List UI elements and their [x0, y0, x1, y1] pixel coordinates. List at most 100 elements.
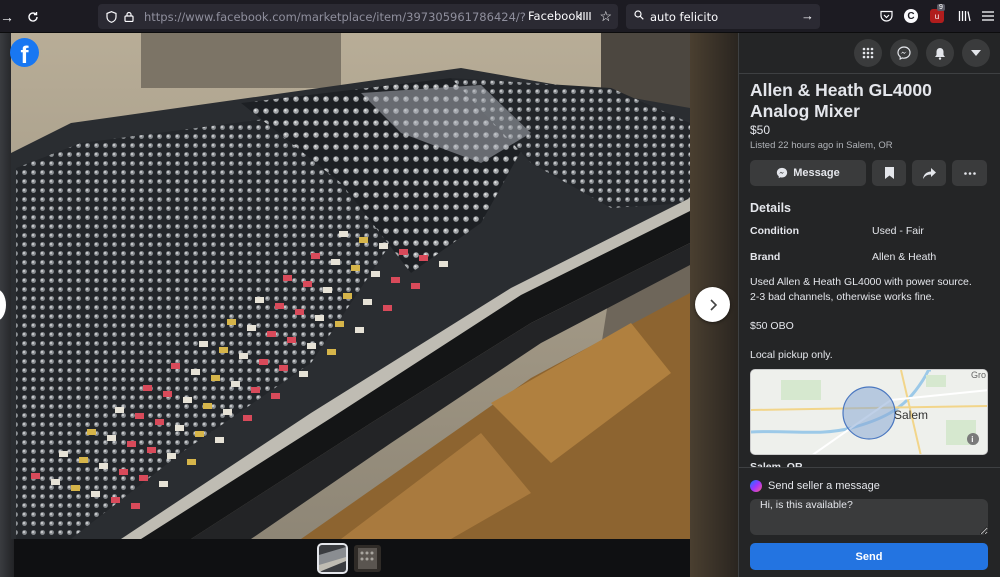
fader-cap: [147, 447, 156, 453]
listing-meta: Listed 22 hours ago in Salem, OR: [750, 140, 893, 151]
fader-cap: [163, 391, 172, 397]
save-button[interactable]: [872, 160, 906, 186]
reload-icon[interactable]: [22, 6, 44, 28]
library-icon[interactable]: [956, 8, 972, 24]
fader-cap: [303, 281, 312, 287]
fader-cap: [267, 331, 276, 337]
notifications-bell-icon[interactable]: [926, 39, 954, 67]
fader-cap: [59, 451, 68, 457]
fader-cap: [119, 469, 128, 475]
fader-cap: [135, 413, 144, 419]
fader-cap: [359, 237, 368, 243]
more-options-button[interactable]: [952, 160, 987, 186]
fader-cap: [115, 407, 124, 413]
fader-cap: [307, 343, 316, 349]
menu-grid-icon[interactable]: [854, 39, 882, 67]
fader-cap: [259, 359, 268, 365]
fader-cap: [323, 287, 332, 293]
fader-cap: [283, 275, 292, 281]
map-corner-label: Gro: [971, 370, 987, 380]
extension-badge: 9: [937, 4, 945, 11]
search-go-arrow-icon[interactable]: →: [801, 8, 814, 23]
url-text[interactable]: https://www.facebook.com/marketplace/ite…: [144, 10, 526, 24]
fader-cap: [439, 261, 448, 267]
listing-title: Allen & Heath GL4000 Analog Mixer: [750, 80, 932, 121]
browser-toolbar: → https://www.facebook.com/marketplace/i…: [0, 0, 1000, 33]
fader-cap: [271, 393, 280, 399]
fader-cap: [167, 453, 176, 459]
share-icon: [922, 167, 936, 179]
map-info-icon: i: [971, 435, 973, 444]
fader-cap: [187, 459, 196, 465]
messenger-icon[interactable]: [890, 39, 918, 67]
fader-cap: [31, 473, 40, 479]
fader-cap: [339, 231, 348, 237]
description-line-2: 2-3 bad channels, otherwise works fine.: [750, 291, 935, 303]
fader-cap: [239, 353, 248, 359]
condition-label: Condition: [750, 225, 799, 237]
fader-cap: [243, 415, 252, 421]
map-city-label: Salem: [894, 408, 929, 422]
fader-cap: [311, 253, 320, 259]
seller-message-input[interactable]: Hi, is this available?: [750, 499, 988, 535]
url-bar[interactable]: https://www.facebook.com/marketplace/ite…: [98, 4, 618, 29]
fader-cap: [79, 457, 88, 463]
brand-value: Allen & Heath: [872, 251, 937, 263]
fader-cap: [251, 387, 260, 393]
back-arrow-icon[interactable]: →: [0, 6, 14, 28]
fader-cap: [131, 503, 140, 509]
fader-cap: [355, 327, 364, 333]
search-bar[interactable]: auto felicito →: [626, 4, 820, 29]
fader-cap: [199, 341, 208, 347]
description-line-1: Used Allen & Heath GL4000 with power sou…: [750, 276, 972, 288]
menu-icon[interactable]: [980, 8, 996, 24]
fader-cap: [155, 419, 164, 425]
tab-title: Facebook: [528, 9, 583, 23]
search-icon: [634, 10, 644, 23]
description-line-3: $50 OBO: [750, 320, 794, 332]
shield-icon[interactable]: [104, 10, 118, 24]
search-query[interactable]: auto felicito: [650, 10, 718, 24]
send-button[interactable]: Send: [750, 543, 988, 570]
location-map[interactable]: i Salem Gro: [750, 369, 988, 455]
fader-cap: [287, 337, 296, 343]
fader-cap: [91, 491, 100, 497]
account-avatar-icon[interactable]: C: [904, 9, 918, 23]
thumbnail-1[interactable]: [317, 543, 348, 574]
fader-cap: [399, 249, 408, 255]
fader-cap: [255, 297, 264, 303]
fader-cap: [419, 255, 428, 261]
listing-photo[interactable]: [11, 33, 690, 539]
listing-panel: Allen & Heath GL4000 Analog Mixer $50 Li…: [738, 33, 1000, 577]
fader-cap: [159, 481, 168, 487]
fader-cap: [391, 277, 400, 283]
fader-cap: [111, 497, 120, 503]
chevron-right-icon: [709, 298, 717, 311]
send-heading-text: Send seller a message: [768, 480, 880, 492]
fader-cap: [295, 309, 304, 315]
bookmark-icon: [884, 167, 894, 179]
fader-cap: [87, 429, 96, 435]
fader-cap: [107, 435, 116, 441]
next-photo-button[interactable]: [695, 287, 730, 322]
fader-cap: [343, 293, 352, 299]
thumbnail-2[interactable]: [354, 545, 381, 572]
condition-value: Used - Fair: [872, 225, 924, 237]
messenger-gradient-icon: [750, 480, 762, 492]
message-button[interactable]: Message: [750, 160, 866, 186]
lock-icon[interactable]: [122, 10, 136, 24]
fader-cap: [215, 437, 224, 443]
listing-actions: Message: [750, 160, 987, 186]
fader-cap: [379, 243, 388, 249]
fader-cap: [211, 375, 220, 381]
fader-cap: [275, 303, 284, 309]
fader-cap: [231, 381, 240, 387]
pocket-icon[interactable]: [878, 8, 894, 24]
photo-thumbnails: [317, 543, 381, 574]
reader-icon[interactable]: [578, 8, 594, 24]
account-dropdown-icon[interactable]: [962, 39, 990, 67]
share-button[interactable]: [912, 160, 946, 186]
facebook-logo[interactable]: f: [10, 38, 39, 67]
bookmark-star-icon[interactable]: ☆: [599, 8, 612, 25]
ublock-icon[interactable]: u: [930, 9, 944, 23]
